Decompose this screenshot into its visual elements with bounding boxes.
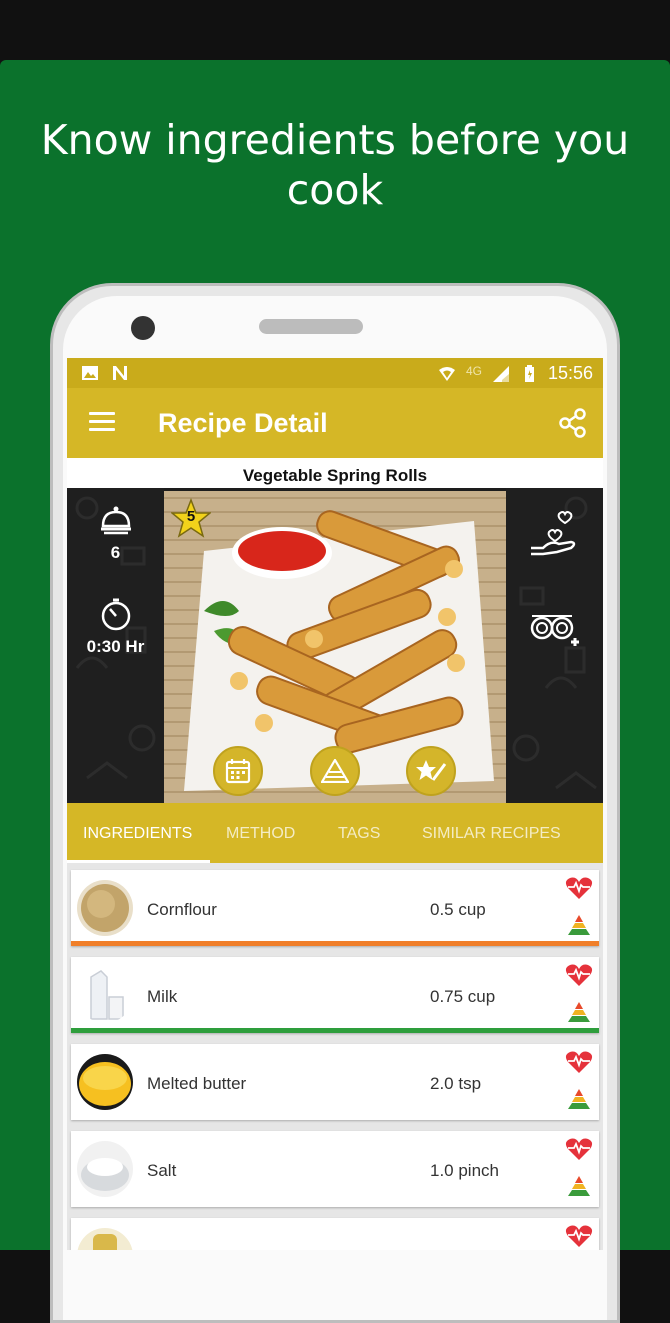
app-screen: 4G 15:56 Recipe Detail Vegetable Spring … bbox=[67, 358, 603, 1250]
ingredient-health-bar bbox=[71, 1028, 599, 1033]
ingredient-health-bar bbox=[71, 941, 599, 946]
salt-thumbnail bbox=[77, 1141, 133, 1197]
ingredient-quantity: 2.0 tsp bbox=[430, 1074, 482, 1093]
tab-ingredients[interactable]: INGREDIENTS bbox=[83, 825, 192, 843]
nutrition-pyramid-icon[interactable] bbox=[567, 1001, 591, 1023]
nutrition-pyramid-icon[interactable] bbox=[567, 1088, 591, 1110]
recipe-hero: 6 0:30 Hr 5 bbox=[67, 488, 603, 803]
heart-pulse-icon[interactable] bbox=[565, 963, 593, 987]
recipe-title-bar: Vegetable Spring Rolls bbox=[67, 458, 603, 492]
wifi-icon bbox=[438, 366, 455, 381]
hand-heart-icon[interactable] bbox=[529, 510, 581, 562]
ingredient-list: Cornflour 0.5 cup Milk 0.75 cup Melted b… bbox=[67, 863, 603, 1250]
tab-tags[interactable]: TAGS bbox=[338, 825, 380, 843]
servings-stat: 6 bbox=[67, 504, 164, 563]
star-edit-icon bbox=[416, 760, 447, 781]
nutrition-pyramid-icon[interactable] bbox=[567, 1175, 591, 1197]
calendar-icon bbox=[225, 759, 251, 784]
status-indicators: 4G 15:56 bbox=[438, 363, 593, 384]
status-bar: 4G 15:56 bbox=[67, 358, 603, 388]
ingredient-quantity: 1.0 pinch bbox=[430, 1161, 499, 1180]
tab-similar-recipes[interactable]: SIMILAR RECIPES bbox=[422, 825, 561, 843]
menu-icon[interactable] bbox=[89, 412, 115, 434]
ingredient-quantity: 0.5 cup bbox=[430, 900, 486, 919]
battery-icon bbox=[524, 364, 534, 382]
clock: 15:56 bbox=[547, 363, 593, 383]
heart-pulse-icon[interactable] bbox=[565, 876, 593, 900]
ingredient-quantity: 0.75 cup bbox=[430, 987, 496, 1006]
ingredient-name: Salt bbox=[147, 1161, 177, 1180]
ingredient-row[interactable]: Milk 0.75 cup bbox=[71, 957, 599, 1033]
network-type: 4G bbox=[465, 363, 482, 378]
rating-value: 5 bbox=[186, 508, 196, 525]
time-value: 0:30 Hr bbox=[86, 637, 145, 656]
page-title: Recipe Detail bbox=[158, 408, 328, 438]
oil-thumbnail bbox=[77, 1228, 133, 1250]
share-icon[interactable] bbox=[559, 408, 587, 438]
earpiece-speaker bbox=[259, 319, 363, 334]
ingredient-row[interactable]: Salt 1.0 pinch bbox=[71, 1131, 599, 1207]
time-stat: 0:30 Hr bbox=[67, 598, 164, 657]
image-notification-icon bbox=[82, 366, 98, 380]
top-frame bbox=[0, 0, 670, 62]
front-camera bbox=[131, 316, 155, 340]
melted-butter-thumbnail bbox=[77, 1054, 133, 1110]
nutrition-pyramid-icon[interactable] bbox=[567, 914, 591, 936]
cookware-add-icon[interactable] bbox=[529, 608, 581, 652]
cornflour-thumbnail bbox=[77, 880, 133, 936]
signal-icon bbox=[492, 365, 509, 382]
ingredient-name: Cornflour bbox=[147, 900, 217, 919]
servings-value: 6 bbox=[110, 543, 121, 562]
ingredient-name: Milk bbox=[147, 987, 178, 1006]
n-notification-icon bbox=[113, 366, 127, 380]
timer-icon bbox=[101, 598, 130, 631]
calendar-button[interactable] bbox=[213, 746, 263, 796]
detail-tabs: INGREDIENTS METHOD TAGS SIMILAR RECIPES bbox=[67, 803, 603, 863]
ingredient-row[interactable]: Melted butter 2.0 tsp bbox=[71, 1044, 599, 1120]
nutrition-pyramid-button[interactable] bbox=[310, 746, 360, 796]
heart-pulse-icon[interactable] bbox=[565, 1137, 593, 1161]
status-notifications bbox=[81, 364, 129, 382]
tab-method[interactable]: METHOD bbox=[226, 825, 295, 843]
ingredient-name: Melted butter bbox=[147, 1074, 247, 1093]
pyramid-icon bbox=[321, 759, 349, 783]
ingredient-row[interactable] bbox=[71, 1218, 599, 1250]
rate-recipe-button[interactable] bbox=[406, 746, 456, 796]
heart-pulse-icon[interactable] bbox=[565, 1224, 593, 1248]
heart-pulse-icon[interactable] bbox=[565, 1050, 593, 1074]
promo-headline: Know ingredients before you cook bbox=[40, 116, 630, 214]
milk-thumbnail bbox=[77, 967, 133, 1023]
ingredient-row[interactable]: Cornflour 0.5 cup bbox=[71, 870, 599, 946]
serving-cloche-icon bbox=[100, 506, 131, 535]
app-bar: Recipe Detail bbox=[67, 388, 603, 458]
